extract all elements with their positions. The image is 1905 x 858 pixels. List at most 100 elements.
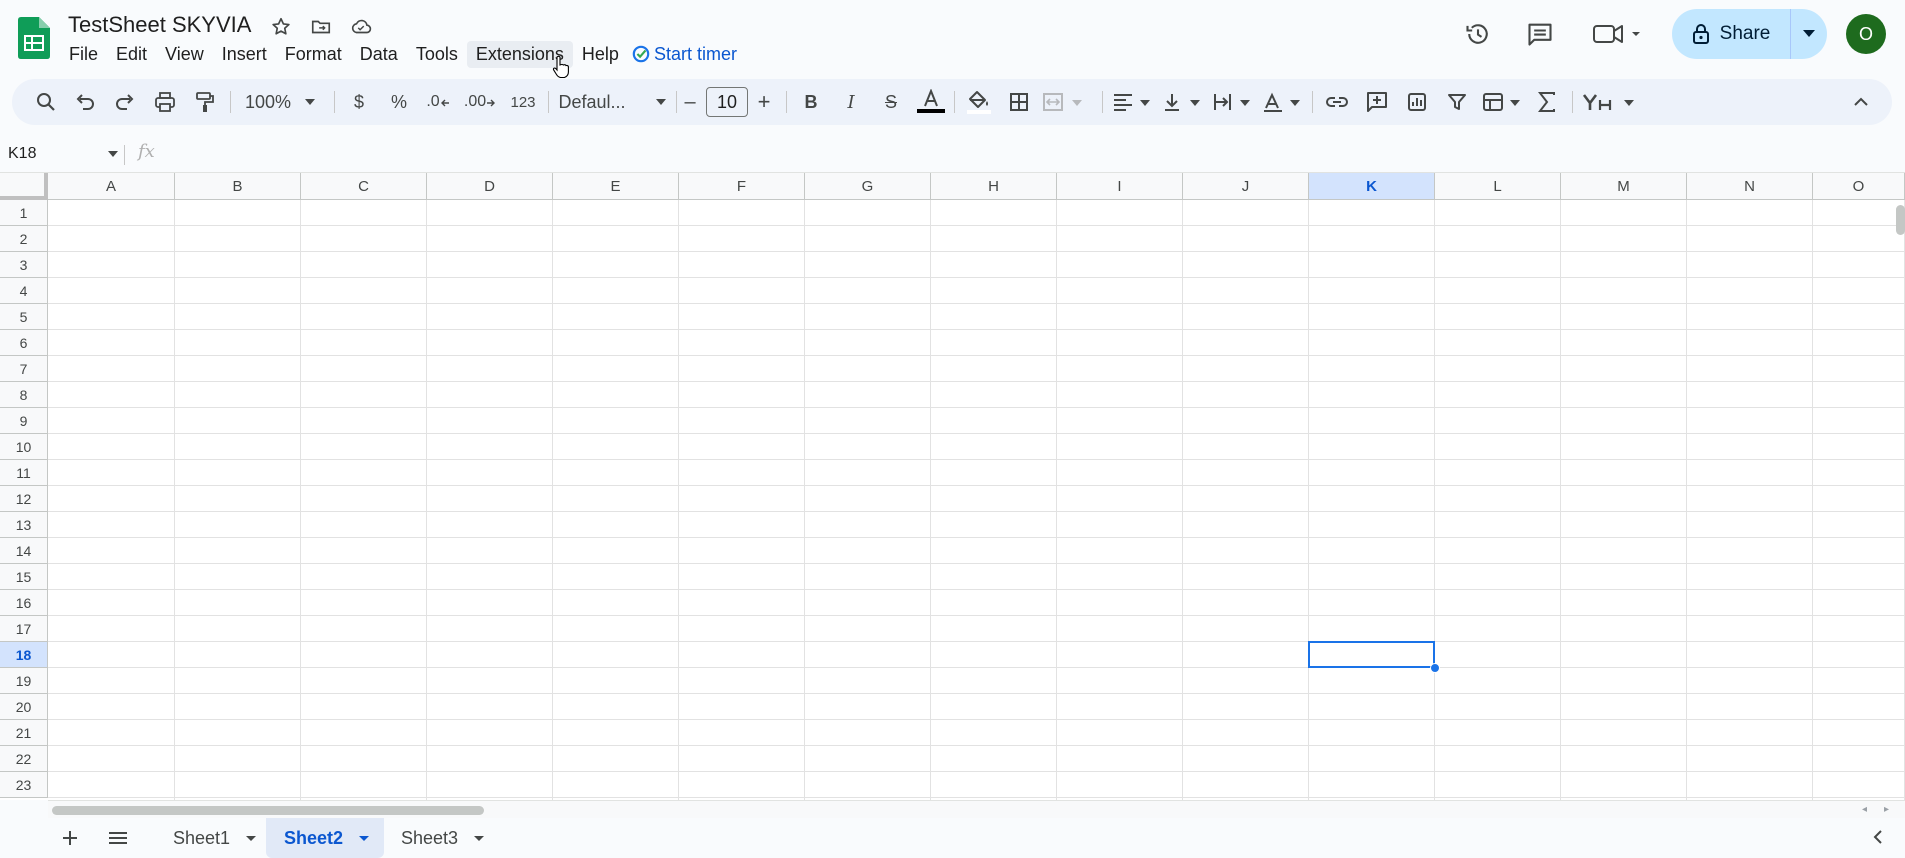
name-box[interactable]: K18 [0, 141, 118, 167]
borders-icon[interactable] [1002, 79, 1036, 125]
side-panel-toggle-icon[interactable] [1872, 828, 1884, 851]
menu-tools[interactable]: Tools [407, 41, 467, 68]
vertical-align-icon[interactable] [1160, 79, 1204, 125]
menu-insert[interactable]: Insert [213, 41, 276, 68]
extension-addon-icon[interactable] [1580, 79, 1640, 125]
scroll-left-icon[interactable]: ◂ [1862, 804, 1867, 815]
star-icon[interactable] [268, 14, 294, 40]
text-rotation-icon[interactable] [1260, 79, 1304, 125]
share-main[interactable]: Share [1672, 9, 1790, 59]
row-header[interactable]: 17 [0, 616, 48, 642]
column-header[interactable]: C [301, 173, 427, 200]
insert-chart-icon[interactable] [1400, 79, 1434, 125]
search-menus-icon[interactable] [28, 79, 64, 125]
row-header[interactable]: 3 [0, 252, 48, 278]
sheet-tab-sheet3[interactable]: Sheet3 [383, 818, 502, 858]
spreadsheet-grid[interactable]: A B C D E F G H I J K L M N O 1 2 3 4 5 6 7 8 9 10 11 12 13 14 15 16 17… [0, 173, 1905, 800]
row-header[interactable]: 1 [0, 200, 48, 226]
more-formats-button[interactable]: 123 [506, 79, 540, 125]
row-header[interactable]: 11 [0, 460, 48, 486]
column-header[interactable]: M [1561, 173, 1687, 200]
redo-icon[interactable] [110, 79, 140, 125]
row-header[interactable]: 20 [0, 694, 48, 720]
filter-icon[interactable] [1440, 79, 1474, 125]
menu-file[interactable]: File [60, 41, 107, 68]
italic-button[interactable]: I [836, 79, 866, 125]
insert-comment-icon[interactable] [1360, 79, 1394, 125]
account-avatar[interactable]: O [1846, 14, 1886, 54]
font-family-select[interactable]: Defaul... [554, 79, 670, 125]
font-size-input[interactable]: 10 [706, 87, 748, 117]
text-color-icon[interactable] [914, 79, 948, 125]
start-timer-button[interactable]: Start timer [628, 44, 737, 65]
column-header[interactable]: E [553, 173, 679, 200]
column-header[interactable]: O [1813, 173, 1905, 200]
fill-color-icon[interactable] [962, 79, 996, 125]
row-header[interactable]: 2 [0, 226, 48, 252]
row-header[interactable]: 13 [0, 512, 48, 538]
share-button[interactable]: Share [1672, 9, 1827, 59]
collapse-toolbar-icon[interactable] [1844, 79, 1878, 125]
row-header[interactable]: 7 [0, 356, 48, 382]
row-header[interactable]: 18 [0, 642, 48, 668]
row-header[interactable]: 14 [0, 538, 48, 564]
column-header[interactable]: G [805, 173, 931, 200]
column-header[interactable]: N [1687, 173, 1813, 200]
row-header[interactable]: 4 [0, 278, 48, 304]
row-header[interactable]: 5 [0, 304, 48, 330]
row-header[interactable]: 19 [0, 668, 48, 694]
column-header[interactable]: L [1435, 173, 1561, 200]
column-header[interactable]: K [1309, 173, 1435, 200]
scroll-right-icon[interactable]: ▸ [1884, 804, 1889, 815]
filter-views-icon[interactable] [1480, 79, 1524, 125]
increase-decimal-button[interactable]: .00 [460, 79, 500, 125]
caret-down-icon[interactable] [246, 835, 257, 841]
share-dropdown-button[interactable] [1790, 9, 1827, 59]
sheets-logo-icon[interactable] [18, 17, 50, 59]
row-header[interactable]: 16 [0, 590, 48, 616]
sheet-tab-sheet2[interactable]: Sheet2 [266, 818, 384, 858]
menu-data[interactable]: Data [351, 41, 407, 68]
formula-input[interactable] [170, 141, 1890, 167]
strikethrough-button[interactable]: S [876, 79, 906, 125]
column-header[interactable]: H [931, 173, 1057, 200]
row-header[interactable]: 21 [0, 720, 48, 746]
row-header[interactable]: 9 [0, 408, 48, 434]
percent-format-button[interactable]: % [384, 79, 414, 125]
zoom-select[interactable]: 100% [234, 79, 326, 125]
caret-down-icon[interactable] [359, 835, 370, 841]
menu-view[interactable]: View [156, 41, 213, 68]
text-wrapping-icon[interactable] [1210, 79, 1254, 125]
menu-format[interactable]: Format [276, 41, 351, 68]
caret-down-icon[interactable] [474, 835, 485, 841]
increase-font-size-button[interactable]: + [750, 79, 778, 125]
comments-icon[interactable] [1522, 14, 1558, 54]
horizontal-align-icon[interactable] [1110, 79, 1154, 125]
fill-handle[interactable] [1430, 663, 1440, 673]
horizontal-scroll-thumb[interactable] [52, 806, 484, 815]
decrease-font-size-button[interactable]: – [676, 79, 704, 125]
row-header[interactable]: 22 [0, 746, 48, 772]
menu-help[interactable]: Help [573, 41, 628, 68]
bold-button[interactable]: B [796, 79, 826, 125]
row-header[interactable]: 23 [0, 772, 48, 798]
select-all-corner[interactable] [0, 173, 48, 200]
paint-format-icon[interactable] [190, 79, 220, 125]
print-icon[interactable] [150, 79, 180, 125]
meet-video-icon[interactable] [1592, 14, 1642, 54]
horizontal-scrollbar[interactable]: ◂ ▸ [48, 800, 1905, 818]
sheet-tab-sheet1[interactable]: Sheet1 [155, 818, 274, 858]
merge-cells-icon[interactable] [1040, 79, 1090, 125]
column-header[interactable]: J [1183, 173, 1309, 200]
menu-edit[interactable]: Edit [107, 41, 156, 68]
row-header[interactable]: 6 [0, 330, 48, 356]
column-header[interactable]: B [175, 173, 301, 200]
functions-icon[interactable] [1530, 79, 1564, 125]
column-header[interactable]: A [48, 173, 175, 200]
row-header[interactable]: 8 [0, 382, 48, 408]
decrease-decimal-button[interactable]: .0 [422, 79, 454, 125]
row-header[interactable]: 10 [0, 434, 48, 460]
column-header[interactable]: D [427, 173, 553, 200]
insert-link-icon[interactable] [1320, 79, 1354, 125]
cloud-saved-icon[interactable] [348, 14, 374, 40]
